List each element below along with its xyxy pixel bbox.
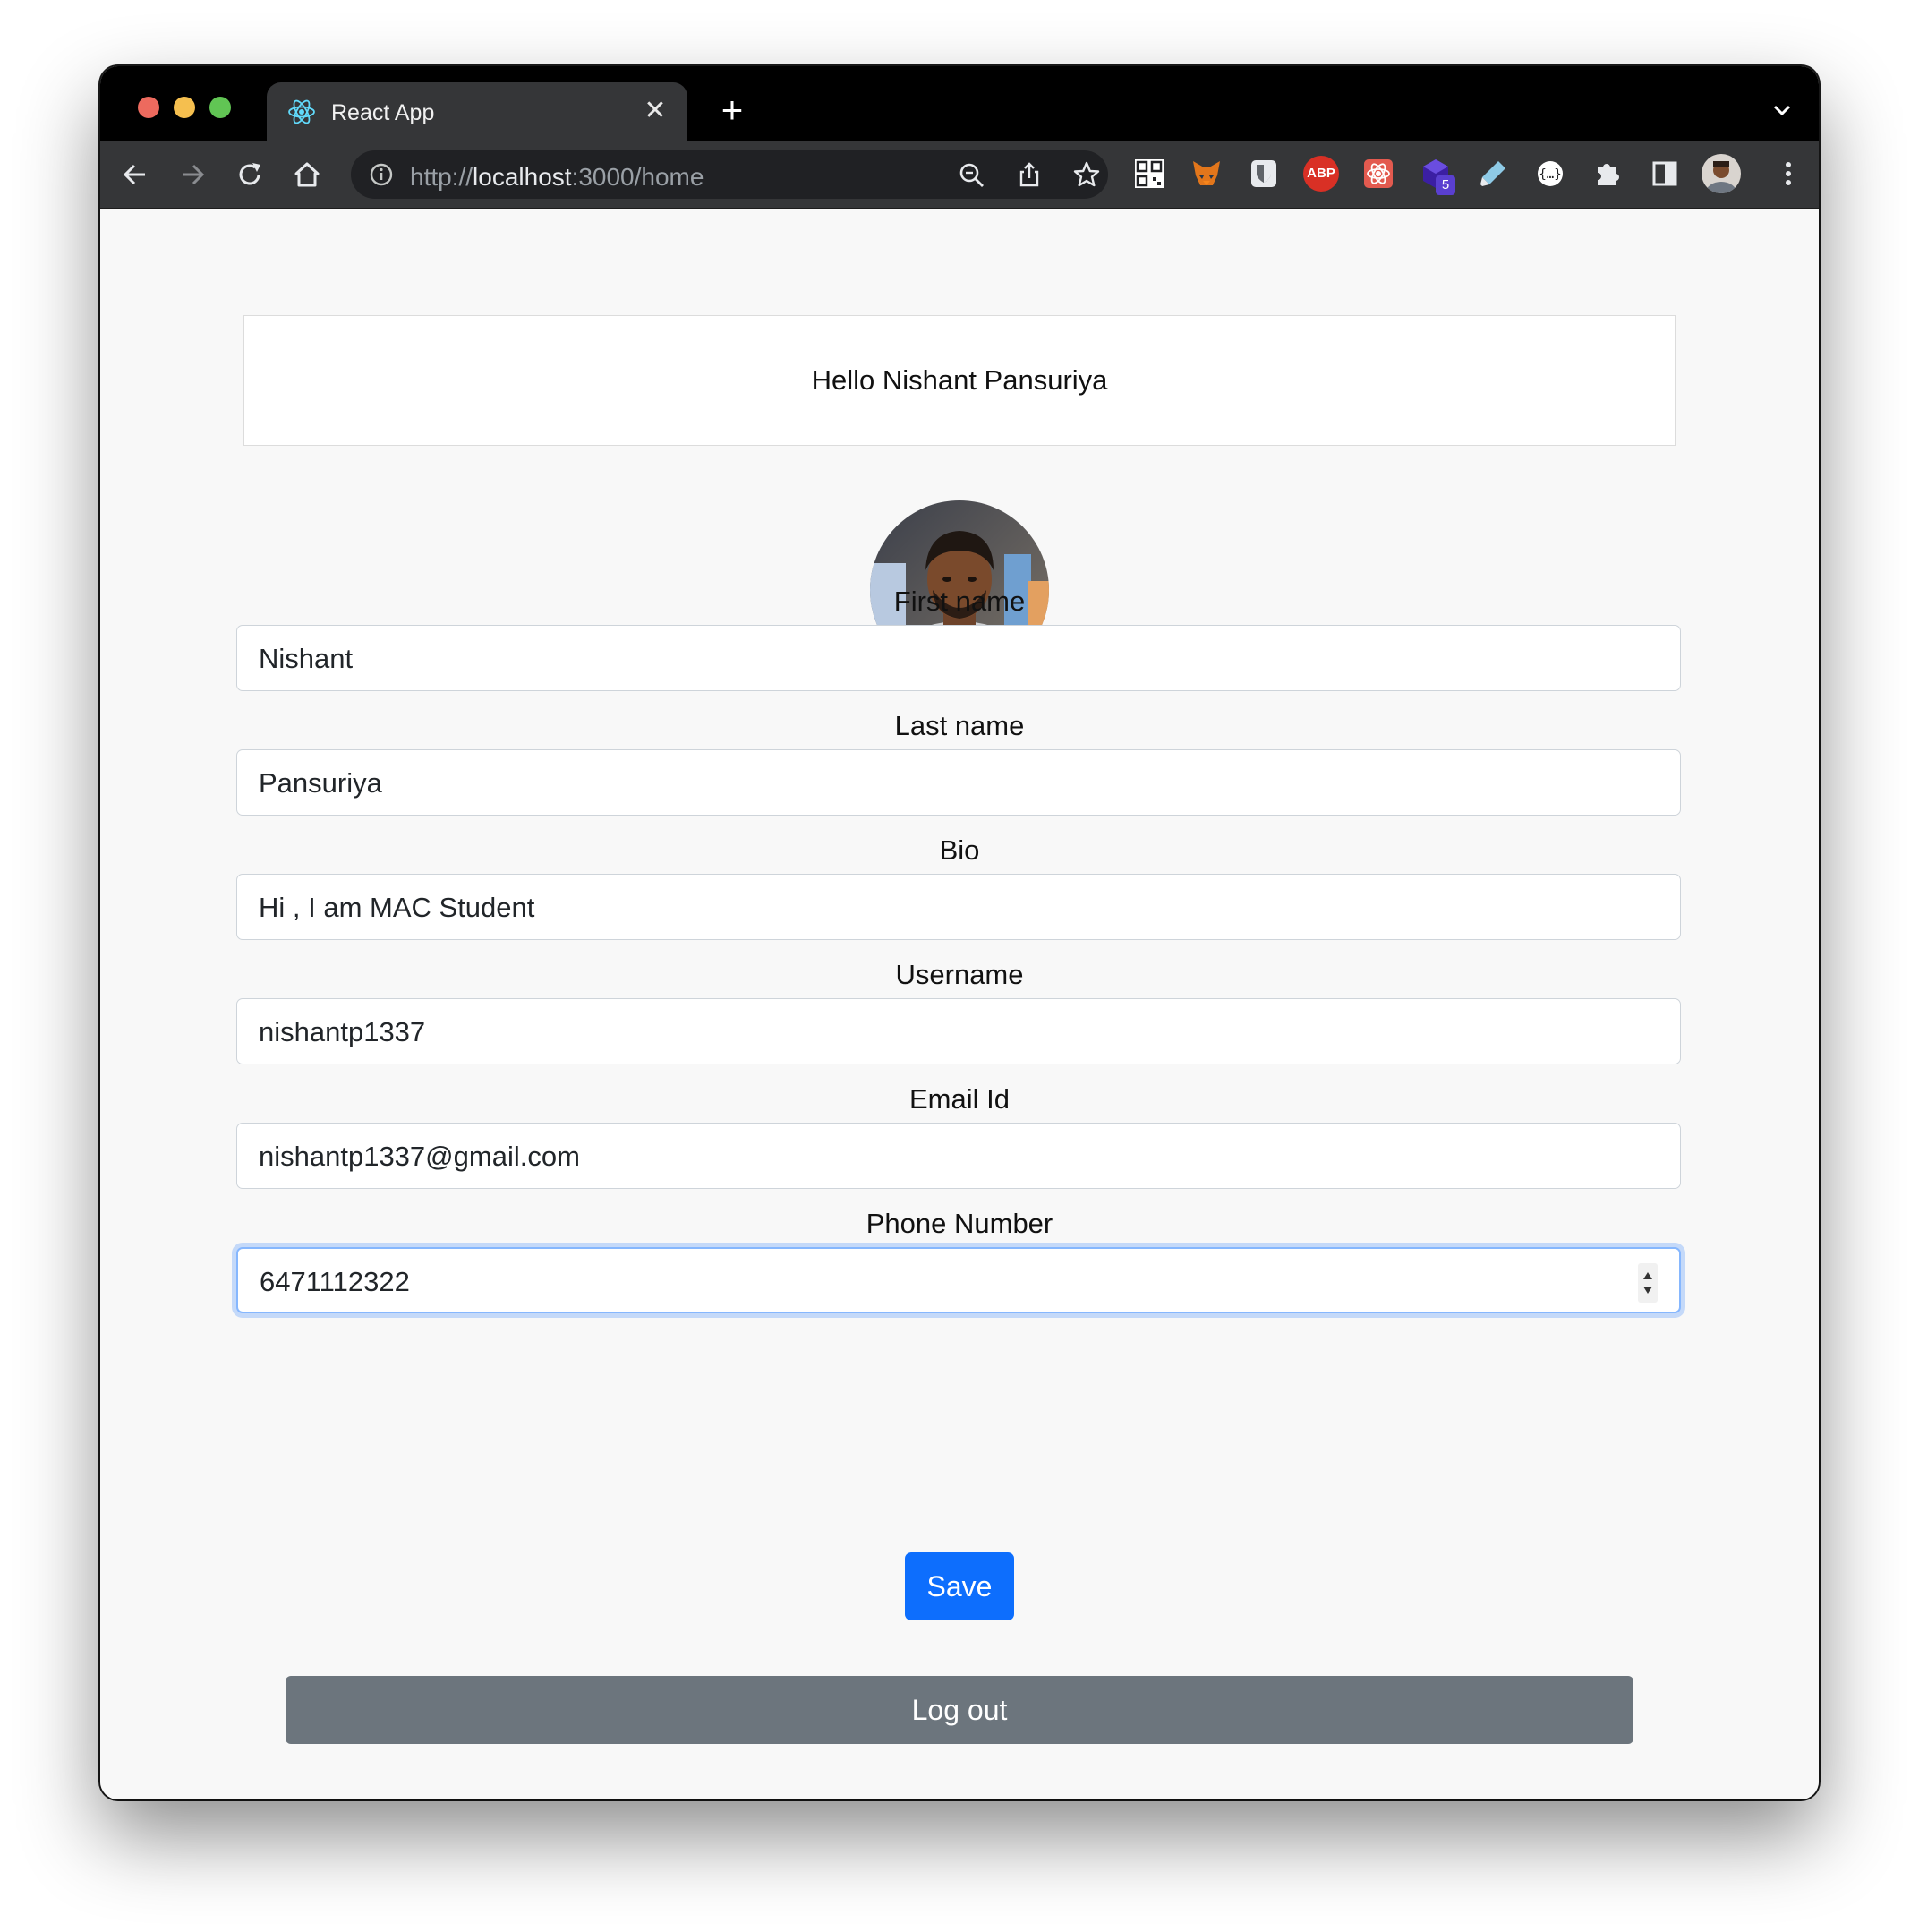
back-icon[interactable] bbox=[118, 158, 152, 192]
address-bar[interactable]: http://localhost:3000/home bbox=[351, 150, 1108, 199]
url-path: :3000/home bbox=[571, 163, 704, 191]
react-icon bbox=[288, 99, 315, 124]
page-content: Hello Nishant Pansuriya First name Nisha… bbox=[100, 209, 1819, 1799]
puzzle-extensions-icon[interactable] bbox=[1590, 156, 1625, 192]
url-host: localhost bbox=[473, 163, 572, 191]
phone-input[interactable]: 6471112322 bbox=[236, 1247, 1681, 1313]
browser-window: React App ✕ + http://localhost:3000/home… bbox=[100, 66, 1819, 1799]
last-name-value: Pansuriya bbox=[259, 767, 382, 799]
url-text: http://localhost:3000/home bbox=[410, 163, 704, 192]
first-name-label: First name bbox=[893, 586, 1026, 617]
adblock-plus-icon[interactable]: ABP bbox=[1303, 156, 1339, 192]
phone-label: Phone Number bbox=[866, 1208, 1053, 1239]
star-icon[interactable] bbox=[1072, 160, 1101, 189]
minimize-window-button[interactable] bbox=[174, 97, 195, 118]
number-spinner-icon[interactable] bbox=[1638, 1263, 1658, 1303]
extension-cube-icon[interactable]: 5 bbox=[1418, 156, 1455, 195]
close-window-button[interactable] bbox=[138, 97, 159, 118]
info-icon[interactable] bbox=[369, 162, 394, 187]
last-name-input[interactable]: Pansuriya bbox=[236, 749, 1681, 816]
qr-code-icon[interactable] bbox=[1131, 156, 1167, 192]
forward-icon[interactable] bbox=[175, 158, 209, 192]
maximize-window-button[interactable] bbox=[209, 97, 231, 118]
share-icon[interactable] bbox=[1015, 160, 1044, 189]
bio-input[interactable]: Hi , I am MAC Student bbox=[236, 874, 1681, 940]
home-icon[interactable] bbox=[290, 158, 324, 192]
bio-value: Hi , I am MAC Student bbox=[259, 892, 535, 923]
tab-title: React App bbox=[331, 100, 435, 125]
more-menu-icon[interactable] bbox=[1770, 156, 1806, 192]
first-name-input[interactable]: Nishant bbox=[236, 625, 1681, 691]
chevron-down-icon[interactable] bbox=[1769, 97, 1795, 124]
extension-badge: 5 bbox=[1436, 175, 1455, 195]
browser-tab[interactable]: React App ✕ bbox=[267, 82, 687, 141]
browser-toolbar: http://localhost:3000/home ABP 5 {…} bbox=[100, 141, 1819, 209]
zoom-icon[interactable] bbox=[958, 161, 986, 190]
username-label: Username bbox=[895, 959, 1024, 990]
save-button[interactable]: Save bbox=[905, 1552, 1014, 1620]
profile-avatar-icon[interactable] bbox=[1701, 153, 1742, 194]
json-formatter-icon[interactable]: {…} bbox=[1532, 156, 1568, 192]
react-devtools-icon[interactable] bbox=[1360, 156, 1396, 192]
svg-text:{…}: {…} bbox=[1539, 167, 1561, 182]
logout-button[interactable]: Log out bbox=[286, 1676, 1633, 1744]
bitwarden-shield-icon[interactable] bbox=[1246, 156, 1282, 192]
tab-close-icon[interactable]: ✕ bbox=[639, 95, 671, 127]
metamask-fox-icon[interactable] bbox=[1189, 156, 1224, 192]
url-scheme: http:// bbox=[410, 163, 473, 191]
highlighter-icon[interactable] bbox=[1475, 156, 1511, 192]
reload-icon[interactable] bbox=[233, 158, 267, 192]
side-panel-icon[interactable] bbox=[1647, 156, 1683, 192]
greeting-card: Hello Nishant Pansuriya bbox=[243, 315, 1676, 446]
first-name-value: Nishant bbox=[259, 643, 354, 674]
bio-label: Bio bbox=[939, 834, 980, 866]
email-value: nishantp1337@gmail.com bbox=[259, 1141, 580, 1172]
phone-value: 6471112322 bbox=[260, 1266, 410, 1297]
tab-strip: React App ✕ + bbox=[100, 66, 1819, 141]
username-value: nishantp1337 bbox=[259, 1016, 426, 1047]
username-input[interactable]: nishantp1337 bbox=[236, 998, 1681, 1064]
new-tab-button[interactable]: + bbox=[714, 91, 750, 129]
greeting-text: Hello Nishant Pansuriya bbox=[811, 364, 1108, 396]
last-name-label: Last name bbox=[894, 710, 1025, 741]
email-input[interactable]: nishantp1337@gmail.com bbox=[236, 1123, 1681, 1189]
email-label: Email Id bbox=[909, 1083, 1010, 1115]
